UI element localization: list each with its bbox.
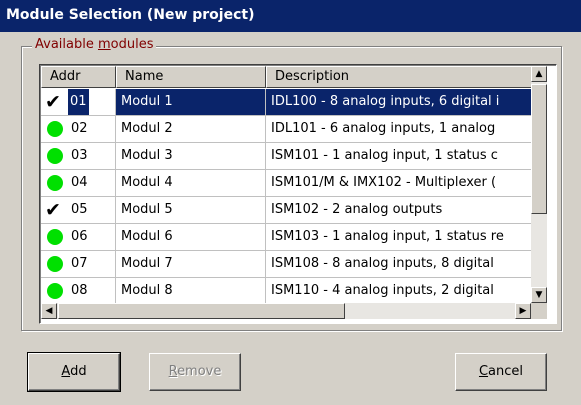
vertical-scrollbar[interactable]: ▲ ▼ — [531, 66, 547, 303]
cell-name: Modul 5 — [116, 197, 266, 224]
add-button[interactable]: Add — [27, 352, 121, 392]
green-dot-icon — [47, 121, 63, 137]
remove-button[interactable]: Remove — [149, 353, 241, 391]
cell-description: ISM102 - 2 analog outputs — [266, 197, 532, 224]
column-header-description[interactable]: Description — [266, 66, 532, 88]
cell-description: ISM101 - 1 analog input, 1 status c — [266, 143, 532, 170]
column-header-name-label: Name — [125, 69, 164, 84]
table-row[interactable]: ✔ 05 Modul 5 ISM102 - 2 analog outputs — [41, 197, 532, 224]
cell-addr: ✔ 01 — [41, 89, 116, 116]
cell-description: ISM110 - 4 analog inputs, 2 digital — [266, 278, 532, 305]
horizontal-scrollbar[interactable]: ◀ ▶ — [41, 303, 531, 319]
cell-description: IDL101 - 6 analog inputs, 1 analog — [266, 116, 532, 143]
remove-button-accel: R — [168, 364, 178, 379]
cell-description: ISM101/M & IMX102 - Multiplexer ( — [266, 170, 532, 197]
addr-value: 05 — [71, 202, 88, 217]
addr-value: 02 — [71, 121, 88, 136]
addr-value: 01 — [68, 89, 89, 115]
table-row[interactable]: 03 Modul 3 ISM101 - 1 analog input, 1 stat… — [41, 143, 532, 170]
cell-name: Modul 7 — [116, 251, 266, 278]
check-icon: ✔ — [45, 91, 61, 113]
window-title: Module Selection (New project) — [6, 7, 255, 23]
addr-value: 04 — [71, 175, 88, 190]
column-header-name[interactable]: Name — [116, 66, 266, 88]
cell-description: IDL100 - 8 analog inputs, 6 digital i — [266, 89, 532, 116]
cancel-button[interactable]: Cancel — [455, 353, 547, 391]
add-button-accel: A — [61, 364, 71, 379]
column-header-addr[interactable]: Addr — [41, 66, 116, 88]
cell-name: Modul 3 — [116, 143, 266, 170]
table-row[interactable]: ✔ 01 Modul 1 IDL100 - 8 analog inputs, 6 di… — [41, 89, 532, 116]
arrow-right-icon[interactable]: ▶ — [515, 303, 531, 319]
cell-addr: ✔ 05 — [41, 197, 116, 224]
table-row[interactable]: 06 Modul 6 ISM103 - 1 analog input, 1 stat… — [41, 224, 532, 251]
cell-addr: 02 — [41, 116, 116, 143]
add-button-label: dd — [70, 364, 87, 379]
remove-button-label: emove — [177, 364, 222, 379]
check-icon: ✔ — [45, 199, 61, 221]
table-row[interactable]: 08 Modul 8 ISM110 - 4 analog inputs, 2 dig… — [41, 278, 532, 305]
cell-description: ISM103 - 1 analog input, 1 status re — [266, 224, 532, 251]
addr-value: 08 — [71, 283, 88, 298]
addr-value: 06 — [71, 229, 88, 244]
cell-addr: 04 — [41, 170, 116, 197]
cell-addr: 03 — [41, 143, 116, 170]
green-dot-icon — [47, 229, 63, 245]
cell-addr: 08 — [41, 278, 116, 305]
cell-name: Modul 2 — [116, 116, 266, 143]
arrow-up-icon[interactable]: ▲ — [531, 66, 547, 82]
group-label: Available modules — [32, 37, 157, 52]
cell-name: Modul 1 — [116, 89, 266, 116]
green-dot-icon — [47, 175, 63, 191]
green-dot-icon — [47, 256, 63, 272]
table-row[interactable]: 02 Modul 2 IDL101 - 6 analog inputs, 1 ana… — [41, 116, 532, 143]
green-dot-icon — [47, 283, 63, 299]
group-label-rest: odules — [110, 37, 154, 52]
cancel-button-accel: C — [478, 364, 489, 379]
cell-description: ISM108 - 8 analog inputs, 8 digital — [266, 251, 532, 278]
column-header-description-label: Description — [275, 69, 350, 84]
cell-name: Modul 6 — [116, 224, 266, 251]
scrollbar-corner — [531, 303, 547, 319]
addr-value: 03 — [71, 148, 88, 163]
cell-name: Modul 4 — [116, 170, 266, 197]
modules-list[interactable]: Addr Name Description ✔ 01 Modul 1 IDL100 -… — [39, 64, 557, 324]
cell-name: Modul 8 — [116, 278, 266, 305]
group-label-prefix: Available — [35, 37, 98, 52]
arrow-left-icon[interactable]: ◀ — [41, 303, 57, 319]
table-row[interactable]: 04 Modul 4 ISM101/M & IMX102 - Multiplexer… — [41, 170, 532, 197]
vertical-scroll-thumb[interactable] — [531, 84, 547, 214]
column-header-addr-label: Addr — [50, 69, 81, 84]
table-row[interactable]: 07 Modul 7 ISM108 - 8 analog inputs, 8 dig… — [41, 251, 532, 278]
horizontal-scroll-thumb[interactable] — [58, 303, 345, 319]
cancel-button-label: ancel — [488, 364, 524, 379]
title-bar: Module Selection (New project) — [0, 0, 581, 32]
arrow-down-icon[interactable]: ▼ — [531, 287, 547, 303]
group-label-accel: m — [97, 37, 111, 52]
cell-addr: 06 — [41, 224, 116, 251]
cell-addr: 07 — [41, 251, 116, 278]
green-dot-icon — [47, 148, 63, 164]
addr-value: 07 — [71, 256, 88, 271]
